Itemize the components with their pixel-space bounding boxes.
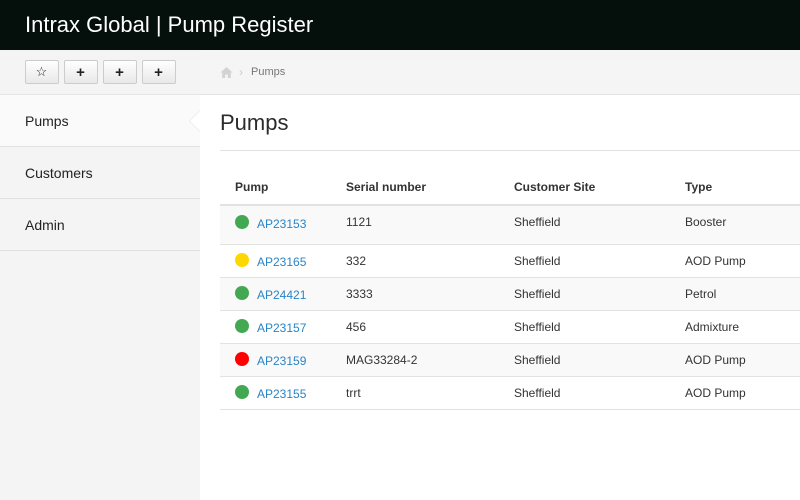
pumps-table-wrapper: Pump Serial number Customer Site Type AP… [220, 169, 800, 410]
shortcut-add-button-2[interactable]: + [102, 60, 137, 84]
table-row: AP24421 3333 Sheffield Petrol [220, 277, 800, 311]
status-indicator-icon [235, 384, 249, 399]
type-cell: Admixture [670, 310, 800, 344]
breadcrumb-separator: › [239, 65, 243, 79]
serial-cell: 456 [331, 310, 499, 344]
table-row: AP23155 trrt Sheffield AOD Pump [220, 376, 800, 410]
sidebar-item-label: Customers [25, 164, 93, 181]
pump-cell: AP23153 [220, 205, 331, 245]
breadcrumb: › Pumps [200, 50, 800, 95]
column-header-pump[interactable]: Pump [220, 169, 331, 206]
star-icon: ☆ [35, 64, 48, 79]
shortcut-add-button-1[interactable]: + [63, 60, 98, 84]
app-title: Intrax Global | Pump Register [25, 12, 314, 37]
serial-cell: 332 [331, 244, 499, 278]
status-indicator-icon [235, 285, 249, 300]
pump-link[interactable]: AP23155 [257, 387, 306, 401]
layout: ☆ + + + Pumps Customers Admin › Pumps Pu… [0, 50, 800, 500]
sidebar-item-pumps[interactable]: Pumps [0, 95, 200, 147]
serial-cell: trrt [331, 376, 499, 410]
type-cell: Petrol [670, 277, 800, 311]
pump-cell: AP23155 [220, 376, 331, 410]
pump-link[interactable]: AP23165 [257, 255, 306, 269]
plus-icon: + [115, 63, 124, 81]
pump-link[interactable]: AP24421 [257, 288, 306, 302]
table-header-row: Pump Serial number Customer Site Type [220, 169, 800, 206]
serial-cell: MAG33284-2 [331, 343, 499, 377]
column-header-site[interactable]: Customer Site [499, 169, 670, 206]
site-cell: Sheffield [499, 310, 670, 344]
pump-link[interactable]: AP23157 [257, 321, 306, 335]
page-header: Pumps [220, 95, 800, 151]
status-indicator-icon [235, 215, 249, 229]
main-content: › Pumps Pumps Pump Serial number Custome… [200, 50, 800, 500]
pump-cell: AP23159 [220, 343, 331, 377]
site-cell: Sheffield [499, 205, 670, 245]
sidebar-item-customers[interactable]: Customers [0, 147, 200, 199]
status-indicator-icon [235, 318, 249, 333]
sidebar-shortcuts: ☆ + + + [0, 50, 200, 95]
status-indicator-icon [235, 252, 249, 267]
type-cell: Booster [670, 205, 800, 245]
site-cell: Sheffield [499, 343, 670, 377]
home-icon[interactable] [220, 66, 233, 79]
table-row: AP23157 456 Sheffield Admixture [220, 310, 800, 344]
site-cell: Sheffield [499, 244, 670, 278]
sidebar-item-admin[interactable]: Admin [0, 199, 200, 251]
type-cell: AOD Pump [670, 376, 800, 410]
serial-cell: 3333 [331, 277, 499, 311]
pump-cell: AP23165 [220, 244, 331, 278]
site-cell: Sheffield [499, 376, 670, 410]
pump-link[interactable]: AP23159 [257, 354, 306, 368]
breadcrumb-current: Pumps [251, 66, 286, 78]
top-bar: Intrax Global | Pump Register [0, 0, 800, 50]
pump-cell: AP24421 [220, 277, 331, 311]
shortcut-favorites-button[interactable]: ☆ [24, 60, 59, 84]
site-cell: Sheffield [499, 277, 670, 311]
shortcut-add-button-3[interactable]: + [141, 60, 176, 84]
table-row: AP23165 332 Sheffield AOD Pump [220, 244, 800, 278]
table-row: AP23159 MAG33284-2 Sheffield AOD Pump [220, 343, 800, 377]
pumps-table: Pump Serial number Customer Site Type AP… [220, 169, 800, 410]
serial-cell: 1121 [331, 205, 499, 245]
type-cell: AOD Pump [670, 343, 800, 377]
pump-cell: AP23157 [220, 310, 331, 344]
page-title: Pumps [220, 110, 289, 135]
pump-link[interactable]: AP23153 [257, 217, 306, 231]
type-cell: AOD Pump [670, 244, 800, 278]
sidebar: ☆ + + + Pumps Customers Admin [0, 50, 200, 500]
column-header-type[interactable]: Type [670, 169, 800, 206]
plus-icon: + [154, 63, 163, 81]
sidebar-item-label: Admin [25, 216, 65, 233]
column-header-serial[interactable]: Serial number [331, 169, 499, 206]
table-row: AP23153 1121 Sheffield Booster [220, 205, 800, 245]
status-indicator-icon [235, 351, 249, 366]
sidebar-item-label: Pumps [25, 112, 69, 129]
plus-icon: + [76, 63, 85, 81]
